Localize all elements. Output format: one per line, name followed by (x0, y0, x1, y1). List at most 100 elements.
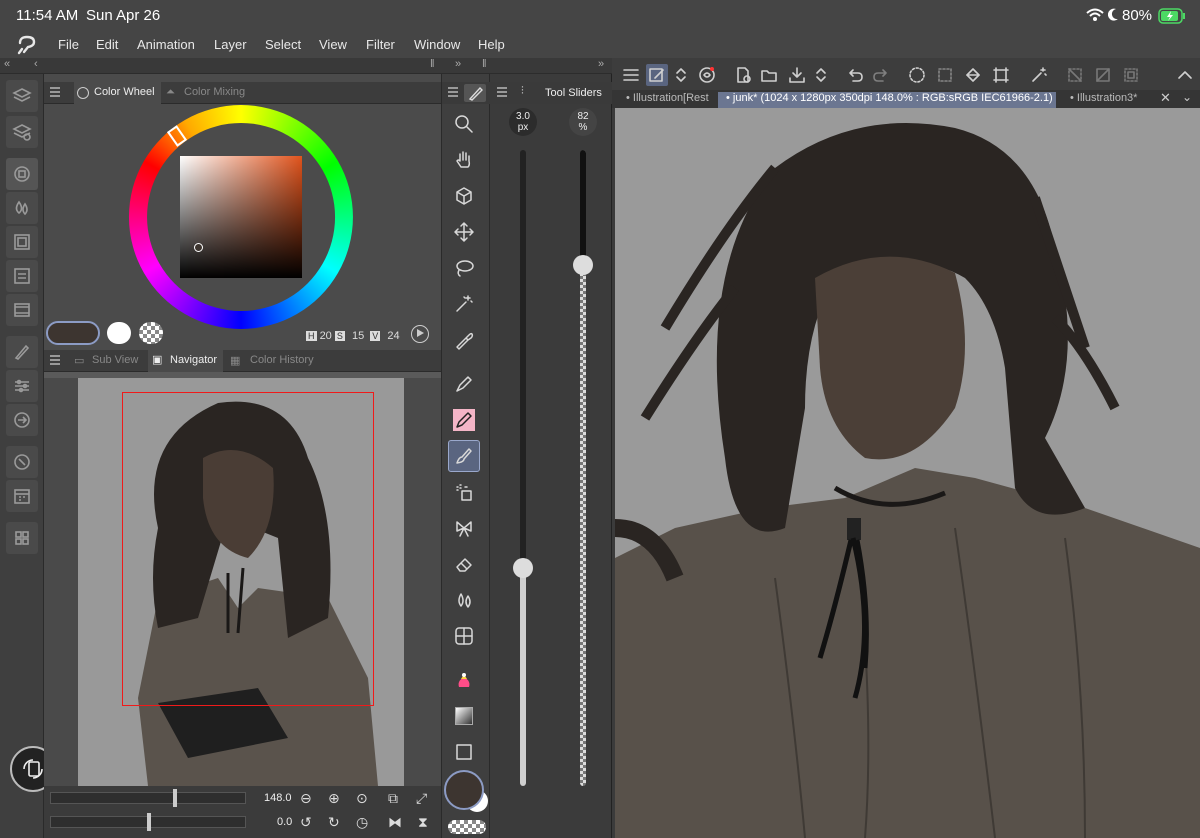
sv-square[interactable] (180, 156, 302, 278)
sub-color-swatch[interactable] (107, 322, 131, 344)
menu-view[interactable]: View (319, 37, 347, 52)
material-icon[interactable] (6, 260, 38, 292)
magic-wand-icon[interactable] (448, 288, 480, 320)
tab-color-wheel[interactable]: Color Wheel (74, 82, 161, 104)
transparent-color-chip[interactable] (448, 820, 486, 834)
flip-horizontal-icon[interactable]: ⧓ (388, 814, 402, 831)
tab-list-chevron-icon[interactable]: ⌄ (1182, 90, 1192, 104)
rotation-slider-thumb[interactable] (147, 813, 151, 831)
fill-icon[interactable] (448, 664, 480, 696)
doc-tab-illustration[interactable]: • Illustration[Rest (618, 92, 716, 108)
eyedropper-icon[interactable] (448, 324, 480, 356)
airbrush-icon[interactable] (448, 476, 480, 508)
pencil-icon[interactable] (448, 404, 480, 436)
menu-filter[interactable]: Filter (366, 37, 395, 52)
transparent-color-swatch[interactable] (139, 322, 163, 344)
tab-navigator[interactable]: ▣ Navigator (148, 350, 224, 372)
menu-animation[interactable]: Animation (137, 37, 195, 52)
dock-grip-icon-2[interactable]: ‖ (482, 58, 487, 70)
menu-select[interactable]: Select (265, 37, 301, 52)
auto-select-icon[interactable] (1028, 64, 1050, 86)
auto-action-icon[interactable] (6, 404, 38, 436)
sub-tool-detail-icon[interactable] (6, 370, 38, 402)
lasso-icon[interactable] (448, 252, 480, 284)
deselect-icon[interactable] (1064, 64, 1086, 86)
fit-window-icon[interactable]: ⧉ (388, 790, 398, 807)
navigator-preview[interactable] (78, 378, 404, 786)
open-folder-icon[interactable] (758, 64, 780, 86)
fit-screen-icon[interactable]: ⤢ (416, 790, 427, 807)
sv-marker[interactable] (194, 243, 203, 252)
move-icon[interactable] (448, 216, 480, 248)
brush-icon[interactable] (448, 440, 480, 472)
opacity-thumb[interactable] (573, 255, 593, 275)
zoom-in-icon[interactable]: ⊕ (328, 790, 340, 807)
more-arrows-icon[interactable] (810, 64, 832, 86)
eraser-icon[interactable] (448, 548, 480, 580)
layers-icon[interactable] (6, 80, 38, 112)
rotation-slider[interactable] (50, 813, 246, 831)
collapse-right-icon[interactable]: » (455, 58, 461, 70)
tool-tab-pen-icon[interactable] (464, 84, 486, 102)
quick-access-icon[interactable] (6, 522, 38, 554)
save-icon[interactable] (786, 64, 808, 86)
fit-stop-icon[interactable]: ⊙ (356, 790, 368, 807)
rotate-right-icon[interactable]: ↻ (328, 814, 340, 831)
tab-color-history[interactable]: ▦ Color History (230, 354, 314, 367)
menu-window[interactable]: Window (414, 37, 460, 52)
dock-grip-icon[interactable]: ‖ (430, 58, 435, 70)
color-mixing-icon[interactable] (6, 192, 38, 224)
panel-menu-icon-2[interactable] (50, 355, 60, 365)
edit-layer-icon[interactable] (646, 64, 668, 86)
flip-vertical-icon[interactable]: ⧗ (418, 814, 428, 831)
main-color-swatch[interactable] (46, 321, 100, 345)
decoration-icon[interactable] (448, 512, 480, 544)
pen-icon[interactable] (448, 368, 480, 400)
zoom-icon[interactable] (448, 108, 480, 140)
zoom-out-icon[interactable]: ⊖ (300, 790, 312, 807)
opacity-slider[interactable] (573, 150, 593, 786)
undo-icon[interactable] (844, 64, 866, 86)
transform-icon[interactable] (990, 64, 1012, 86)
timeline-icon[interactable] (6, 294, 38, 326)
up-down-arrows-icon[interactable] (670, 64, 692, 86)
zoom-slider-thumb[interactable] (173, 789, 177, 807)
zoom-slider[interactable] (50, 789, 246, 807)
blend-icon[interactable] (448, 584, 480, 616)
collapse-right-icon-2[interactable]: » (598, 58, 604, 70)
figure-icon[interactable] (448, 620, 480, 652)
clear-outside-icon[interactable] (934, 64, 956, 86)
menu-layer[interactable]: Layer (214, 37, 247, 52)
rotate-left-icon[interactable]: ↺ (300, 814, 312, 831)
tool-property-icon[interactable] (6, 336, 38, 368)
fill-bucket-icon[interactable] (962, 64, 984, 86)
brush-size-slider[interactable] (513, 150, 533, 786)
color-set-icon[interactable] (6, 226, 38, 258)
3d-icon[interactable] (448, 180, 480, 212)
doc-tab-illustration3[interactable]: • Illustration3* (1062, 92, 1158, 108)
clear-icon[interactable] (906, 64, 928, 86)
hamburger-menu-icon[interactable] (620, 64, 642, 86)
expand-selection-icon[interactable] (1120, 64, 1142, 86)
chevron-collapse-icon[interactable] (1174, 64, 1196, 86)
tab-sub-view[interactable]: ▭ Sub View (74, 354, 138, 367)
invert-selection-icon[interactable] (1092, 64, 1114, 86)
hand-icon[interactable] (448, 144, 480, 176)
tool-sliders-menu-icon[interactable] (497, 87, 507, 97)
main-color-circle[interactable] (444, 770, 484, 810)
navigator-icon[interactable] (6, 446, 38, 478)
chevron-left-icon[interactable]: ‹ (34, 58, 38, 70)
reset-rotation-icon[interactable]: ◷ (356, 814, 368, 831)
redo-icon[interactable] (870, 64, 892, 86)
drawing-canvas[interactable] (615, 108, 1200, 838)
menu-help[interactable]: Help (478, 37, 505, 52)
color-play-icon[interactable] (411, 325, 429, 343)
panel-menu-icon[interactable] (50, 87, 60, 97)
tool-panel-menu-icon[interactable] (448, 87, 458, 97)
tab-color-mixing[interactable]: ⏶ Color Mixing (166, 86, 245, 98)
navigator-view-frame[interactable] (122, 392, 374, 706)
layer-property-icon[interactable] (6, 116, 38, 148)
brush-size-thumb[interactable] (513, 558, 533, 578)
history-icon[interactable] (6, 480, 38, 512)
close-tab-icon[interactable]: ✕ (1160, 90, 1171, 106)
